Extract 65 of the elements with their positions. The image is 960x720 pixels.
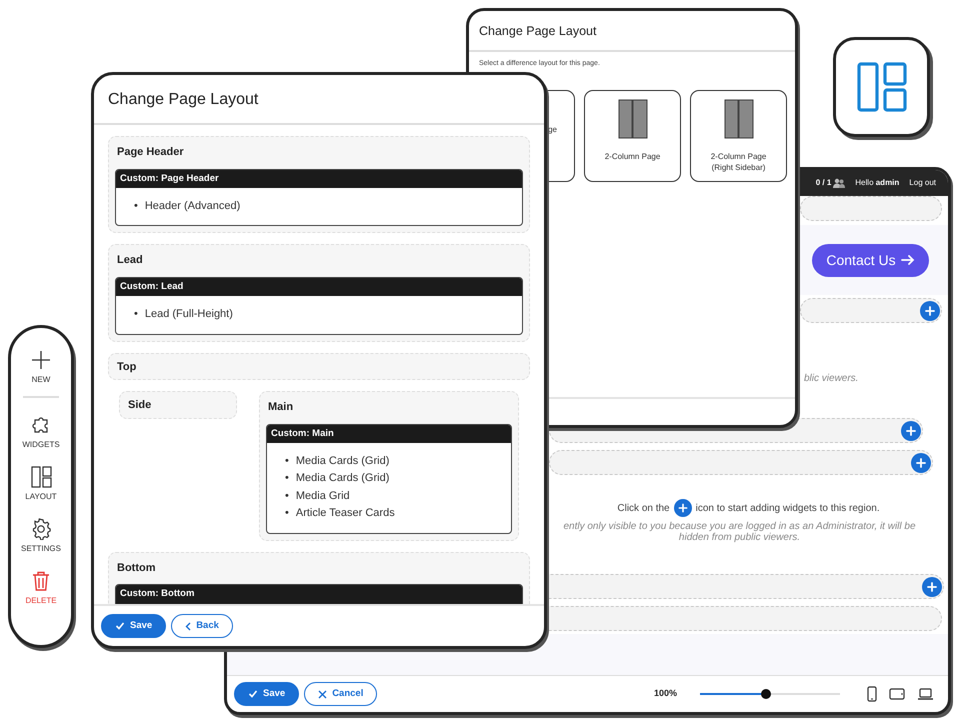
toolbar-button[interactable]: DELETE — [25, 570, 57, 607]
chevron-left-icon — [185, 622, 192, 630]
add-widget-button[interactable] — [920, 300, 940, 320]
toolbar-button[interactable]: NEW — [30, 349, 52, 386]
region-title: Bottom — [116, 560, 156, 576]
bullet: • — [134, 198, 138, 214]
slider-thumb[interactable] — [760, 689, 771, 699]
widget-item: Lead (Full-Height) — [144, 307, 233, 322]
plus-icon — [674, 499, 692, 517]
region-title: Page Header — [116, 145, 185, 160]
bullet: • — [285, 454, 289, 469]
tablet-icon — [889, 688, 905, 700]
bullet: • — [285, 506, 289, 522]
contact-button[interactable]: Contact Us — [812, 244, 929, 276]
prompt-text: icon to start adding widgets to this region. — [696, 502, 880, 516]
dialog-title: Change Page Layout — [469, 11, 795, 52]
region-title: Lead — [116, 253, 144, 268]
back-button[interactable]: Back — [171, 614, 233, 638]
widget-item: Media Grid — [296, 488, 350, 504]
toolbar-button[interactable]: SETTINGS — [20, 518, 61, 555]
add-widget-button[interactable] — [922, 576, 942, 596]
close-icon — [318, 690, 328, 698]
logout-link[interactable]: Log out — [909, 177, 936, 189]
two-column-icon — [618, 99, 648, 140]
check-icon — [248, 689, 258, 699]
notice-text: ently only visible to you because you are logged in as an Administrator, it will be hidden from public viewers. — [562, 521, 917, 543]
add-widget-button[interactable] — [911, 452, 931, 472]
layout-option[interactable]: 2-Column Page (Right Sidebar) — [690, 90, 787, 182]
layout-icon — [856, 62, 906, 112]
toolbar-button[interactable]: WIDGETS — [22, 414, 60, 451]
widget-item: Header (Advanced) — [144, 198, 240, 214]
dialog-title: Change Page Layout — [94, 75, 544, 125]
bullet: • — [285, 488, 289, 504]
prompt-text: Click on the — [617, 502, 670, 516]
widget-header: Custom: Lead — [116, 278, 522, 296]
bullet: • — [285, 471, 289, 486]
phone-icon — [867, 686, 877, 702]
trash-icon — [30, 570, 52, 592]
bullet: • — [134, 307, 138, 322]
save-button[interactable]: Save — [234, 682, 300, 706]
region-title: Main — [267, 400, 294, 415]
two-column-icon — [724, 99, 754, 140]
zoom-level: 100% — [654, 687, 677, 700]
region-title: Top — [116, 360, 138, 374]
save-button[interactable]: Save — [101, 614, 166, 638]
cancel-button[interactable]: Cancel — [304, 682, 378, 706]
greeting: Hello admin — [855, 177, 900, 189]
region-title: Side — [127, 398, 152, 413]
laptop-icon — [917, 688, 934, 700]
toolbar-button[interactable]: LAYOUT — [25, 466, 57, 503]
widget-item: Article Teaser Cards — [296, 506, 395, 522]
widget-header: Custom: Page Header — [116, 170, 522, 188]
check-icon — [115, 621, 125, 631]
plus-icon — [30, 349, 52, 371]
layout-icon — [30, 466, 52, 488]
widget-item: Media Cards (Grid) — [296, 454, 390, 469]
widget-header: Custom: Bottom — [116, 585, 522, 604]
notice-text: blic viewers. — [804, 372, 860, 386]
user-count: 0 / 1 — [816, 177, 832, 189]
add-widget-button[interactable] — [901, 420, 921, 440]
widget-item: Media Cards (Grid) — [296, 471, 390, 486]
layout-option[interactable]: 2-Column Page — [584, 90, 681, 182]
arrow-icon — [900, 254, 915, 266]
users-icon — [833, 178, 846, 188]
widget-header: Custom: Main — [267, 424, 511, 443]
